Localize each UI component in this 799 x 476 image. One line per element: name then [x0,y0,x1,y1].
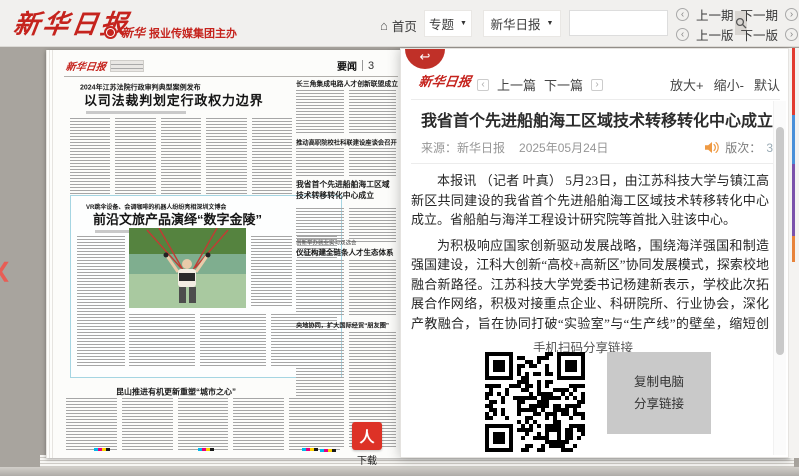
prev-page-icon[interactable]: ‹ [676,28,689,41]
chevron-down-icon: ▼ [460,20,467,27]
back-button[interactable]: ↩ [405,49,445,69]
edge-toolbar-orange[interactable] [792,236,795,262]
prev-article-button[interactable]: 上一篇 [497,75,536,94]
publish-date: 2025年05月24日 [519,139,608,156]
next-issue-icon[interactable]: › [785,8,798,21]
next-article-icon[interactable]: › [591,79,603,91]
newspaper-masthead-logo: 新华日报 [65,58,107,73]
article-title: 我省首个先进船舶海工区域技术转移转化中心成立 [421,107,773,131]
back-arrow-icon: ↩ [420,49,431,64]
prev-issue-icon[interactable]: ‹ [676,8,689,21]
nav-home-label: 首页 [392,16,417,35]
newspaper-text-columns [77,236,125,368]
site-tagline: 新华 报业传媒集团主办 [104,24,237,41]
panel-scrollbar-track[interactable] [773,101,786,455]
next-page-button[interactable]: 下一版 [741,25,779,44]
cmyk-registration-mark [320,449,336,452]
next-article-button[interactable]: 下一篇 [544,75,583,94]
newspaper-text-columns [296,90,396,134]
newspaper-masthead: 新华日报 [66,58,144,73]
next-issue-button[interactable]: 下一期 [741,5,779,24]
article-body: 本报讯 （记者 叶真） 5月23日，由江苏科技大学与镇江高新区共同建设的我省首个… [411,171,769,335]
newspaper-left-page-edge [46,50,53,458]
zoom-in-button[interactable]: 放大+ [670,75,704,94]
next-page-icon[interactable]: › [785,28,798,41]
copy-share-link-button[interactable]: 复制电脑 分享链接 [607,352,711,434]
prev-issue-button[interactable]: 上一期 [696,5,734,24]
article-meta: 来源： 新华日报 2025年05月24日 版次： 3 [421,139,773,156]
lead-article-headline[interactable]: 以司法裁判划定行政权力边界 [84,90,263,109]
article-nav: ‹ 上一篇 下一篇 › [477,75,603,94]
qr-code [485,352,585,452]
menu-topics-label: 专题 [429,14,454,33]
panel-logo: 新华日报 [418,71,473,90]
menu-newspaper-dropdown[interactable]: 新华日报 ▼ [483,10,561,37]
cmyk-registration-mark [198,448,214,451]
chevron-down-icon: ▼ [547,20,554,27]
edge-toolbar-blue[interactable] [792,115,795,164]
page-number: 3 [368,60,374,72]
newspaper-text-columns [296,148,396,178]
top-header-bar: 新华日报 新华 报业传媒集团主办 ⌂ 首页 专题 ▼ 新华日报 ▼ ‹ 上 [0,0,799,47]
brand-emblem-icon [104,26,117,39]
edge-share-toolbar [792,48,795,262]
home-icon: ⌂ [380,19,388,32]
prev-article-icon[interactable]: ‹ [477,79,489,91]
nav-home[interactable]: ⌂ 首页 [380,16,417,35]
right-article-3-headline[interactable]: 我省首个先进船舶海工区域技术转移转化中心成立 [296,180,396,208]
panel-scrollbar-thumb[interactable] [776,127,784,355]
source-value: 新华日报 [457,139,505,156]
zoom-out-button[interactable]: 缩小- [714,75,744,94]
newspaper-text-columns [70,118,292,194]
issue-page-pager: ‹ 上一期 下一期 › ‹ 上一版 下一版 › [676,5,798,43]
section-name: 要闻 [337,58,357,73]
cmyk-registration-mark [94,448,110,451]
cmyk-registration-mark [302,448,318,451]
bottom-gray-band [0,467,799,476]
vr-parachute-photo [129,228,246,308]
divider [411,99,780,100]
pdf-download-label: 下载 [346,452,388,467]
divider [411,163,780,164]
edition-number: 3 [766,141,773,155]
menu-newspaper-label: 新华日报 [491,14,541,33]
article-paragraph: 本报讯 （记者 叶真） 5月23日，由江苏科技大学与镇江高新区共同建设的我省首个… [411,171,769,230]
app-window: 新华日报 新华 报业传媒集团主办 ⌂ 首页 专题 ▼ 新华日报 ▼ ‹ 上 [0,0,799,476]
source-label: 来源： [421,139,457,156]
zoom-default-button[interactable]: 默认 [754,75,780,94]
divider [362,60,363,71]
font-size-controls: 放大+ 缩小- 默认 [670,75,780,94]
boxed-article-headline: 前沿文旅产品演绎“数字金陵” [93,209,262,228]
search-box [569,10,668,36]
newspaper-text-columns [296,260,396,316]
article-paragraph: 为积极响应国家创新驱动发展战略，围绕海洋强国和制造强国建设，江科大创新“高校+高… [411,236,769,336]
speaker-icon[interactable] [705,141,720,154]
prev-page-button[interactable]: 上一版 [696,25,734,44]
edition-label: 版次： [725,139,761,156]
page-left-arrow[interactable]: ❮ [0,258,12,283]
article-reader-panel: ↩ 新华日报 ‹ 上一篇 下一篇 › 放大+ 缩小- 默认 我省首个先进船舶海工… [400,48,789,458]
edge-toolbar-red[interactable] [792,48,795,115]
newspaper-date-box [110,60,144,72]
edge-toolbar-purple[interactable] [792,164,795,236]
pdf-download-button[interactable]: 人 [352,422,382,450]
section-page-label: 要闻 3 [337,58,374,73]
pdf-icon: 人 [359,426,374,447]
lead-article-byline [86,111,186,114]
menu-topics-dropdown[interactable]: 专题 ▼ [424,10,472,37]
